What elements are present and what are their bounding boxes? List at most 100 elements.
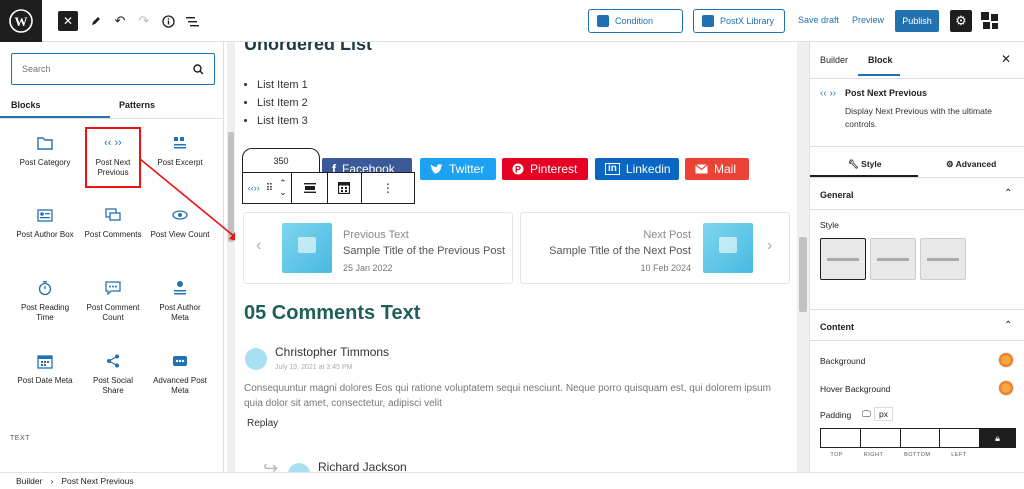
general-section-title[interactable]: General: [820, 190, 854, 200]
list-item: List Item 2: [257, 94, 308, 112]
align-button[interactable]: [292, 173, 329, 203]
move-up-down-icon[interactable]: ⌃ ⌄: [279, 179, 287, 197]
reply-link[interactable]: Replay: [247, 418, 278, 429]
style-option-1[interactable]: [820, 238, 866, 280]
mail-share-button[interactable]: Mail: [685, 158, 749, 180]
next-label: Next Post: [643, 229, 691, 241]
chevron-left-icon[interactable]: ‹: [256, 237, 261, 255]
search-placeholder: Search: [22, 64, 51, 74]
chevron-right-icon[interactable]: ›: [767, 237, 772, 255]
style-label: Style: [820, 220, 839, 230]
block-post-comments[interactable]: Post Comments: [83, 206, 143, 240]
wordpress-logo-icon[interactable]: W: [0, 0, 42, 42]
chevron-up-icon[interactable]: ⌃: [1004, 320, 1012, 331]
background-label: Background: [820, 356, 866, 366]
condition-button[interactable]: Condition: [588, 9, 683, 33]
redo-icon[interactable]: ↷: [136, 11, 152, 31]
svg-text:P: P: [515, 164, 521, 174]
block-post-comment-count[interactable]: Post Comment Count: [83, 279, 143, 323]
comment-author: Richard Jackson: [318, 460, 407, 472]
block-inserter-panel: Search Blocks Patterns Post Category ‹‹ …: [0, 42, 224, 472]
block-label: Post Social Share: [92, 376, 134, 395]
list-item: List Item 3: [257, 112, 308, 130]
search-icon: [193, 63, 204, 74]
block-post-category[interactable]: Post Category: [15, 134, 75, 168]
next-date: 10 Feb 2024: [640, 263, 691, 273]
tab-advanced[interactable]: ⚙ Advanced: [946, 159, 996, 170]
chevron-up-icon[interactable]: ⌃: [1004, 188, 1012, 199]
breadcrumb: Builder › Post Next Previous: [0, 472, 1024, 489]
block-post-social-share[interactable]: Post Social Share: [83, 352, 143, 396]
padding-right-input[interactable]: [861, 429, 901, 447]
scrollbar-thumb[interactable]: [799, 237, 807, 312]
close-icon[interactable]: ✕: [1001, 52, 1011, 66]
padding-left-input[interactable]: [940, 429, 981, 447]
pen-tool-icon[interactable]: [88, 11, 104, 31]
active-tab-indicator: [0, 116, 110, 118]
pinterest-share-button[interactable]: P Pinterest: [502, 158, 588, 180]
more-options-button[interactable]: ⋮: [362, 173, 414, 203]
tab-blocks[interactable]: Blocks: [11, 100, 41, 110]
previous-date: 25 Jan 2022: [343, 263, 393, 273]
info-icon[interactable]: [160, 11, 176, 31]
twitter-share-button[interactable]: Twitter: [420, 158, 496, 180]
drag-handle-icon[interactable]: ⠿: [266, 183, 273, 194]
layout-button[interactable]: [328, 173, 362, 203]
block-post-author-box[interactable]: Post Author Box: [15, 206, 75, 240]
block-advanced-post-meta[interactable]: Advanced Post Meta: [150, 352, 210, 396]
block-post-date-meta[interactable]: Post Date Meta: [15, 352, 75, 386]
tab-patterns[interactable]: Patterns: [119, 100, 155, 110]
breadcrumb-item-builder[interactable]: Builder: [16, 476, 42, 486]
stopwatch-icon: [36, 279, 54, 297]
avatar: [245, 348, 267, 370]
inserter-scrollbar[interactable]: [227, 42, 235, 472]
search-input[interactable]: Search: [11, 53, 215, 85]
settings-gear-icon[interactable]: ⚙: [950, 10, 972, 32]
close-inserter-icon[interactable]: ✕: [58, 11, 78, 31]
linkedin-label: Linkedin: [625, 162, 671, 176]
padding-top-input[interactable]: [821, 429, 861, 447]
list-view-icon[interactable]: [184, 11, 200, 31]
hover-background-color-picker[interactable]: [998, 380, 1014, 396]
section-label-text: TEXT: [10, 435, 30, 442]
lock-icon[interactable]: 🔒︎: [980, 429, 1016, 447]
block-post-reading-time[interactable]: Post Reading Time: [15, 279, 75, 323]
previous-post-card[interactable]: ‹ Previous Text Sample Title of the Prev…: [243, 212, 513, 284]
padding-bottom-input[interactable]: [901, 429, 941, 447]
desktop-device-icon[interactable]: 🖵︎: [862, 409, 871, 420]
postx-library-button[interactable]: PostX Library: [693, 9, 785, 33]
block-type-button[interactable]: ‹‹›› ⠿ ⌃ ⌄: [243, 173, 293, 203]
postx-icon: [702, 15, 714, 27]
publish-button[interactable]: Publish: [895, 10, 939, 32]
twitter-icon: [430, 163, 443, 174]
chevrons-icon: ‹‹››: [247, 183, 260, 193]
tab-builder[interactable]: Builder: [820, 55, 848, 65]
canvas-scrollbar[interactable]: [797, 42, 809, 472]
padding-top-label: TOP: [830, 452, 844, 458]
comment-date: July 19, 2021 at 3:45 PM: [275, 364, 353, 371]
block-post-author-meta[interactable]: Post Author Meta: [150, 279, 210, 323]
style-option-3[interactable]: [920, 238, 966, 280]
postx-plugin-icon[interactable]: [980, 11, 1000, 31]
content-section-title[interactable]: Content: [820, 322, 854, 332]
background-color-picker[interactable]: [998, 352, 1014, 368]
condition-label: Condition: [615, 16, 654, 26]
editor-canvas: Unordered List List Item 1 List Item 2 L…: [235, 42, 797, 472]
comments-heading: 05 Comments Text: [244, 302, 421, 324]
linkedin-share-button[interactable]: in Linkedin: [595, 158, 679, 180]
undo-icon[interactable]: ↶: [112, 11, 128, 31]
breadcrumb-item-current[interactable]: Post Next Previous: [61, 476, 133, 486]
more-vertical-icon: ⋮: [381, 181, 394, 195]
next-post-card[interactable]: Next Post Sample Title of the Next Post …: [520, 212, 790, 284]
settings-sidebar: Builder Block ✕ ‹‹ ›› Post Next Previous…: [809, 42, 1024, 472]
block-label: Post Date Meta: [17, 376, 73, 385]
tab-block[interactable]: Block: [868, 55, 893, 65]
tab-style[interactable]: 🔧︎ Style: [848, 159, 882, 170]
chevrons-icon: ‹‹ ››: [820, 88, 837, 99]
style-option-2[interactable]: [870, 238, 916, 280]
save-draft-link[interactable]: Save draft: [798, 15, 839, 25]
block-label: Post Author Meta: [159, 303, 201, 322]
unit-select[interactable]: px: [874, 407, 893, 421]
preview-link[interactable]: Preview: [852, 15, 884, 25]
reply-arrow-icon: ↪: [263, 458, 279, 472]
